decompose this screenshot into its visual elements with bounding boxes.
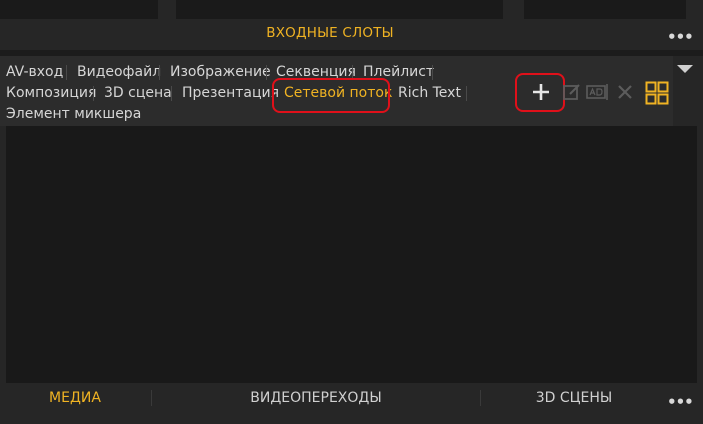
rename-icon	[586, 84, 608, 100]
tab-separator	[266, 65, 267, 80]
tab-separator	[466, 86, 467, 101]
tab-separator	[93, 86, 94, 101]
tab-rich-text[interactable]: Rich Text	[392, 83, 467, 103]
rename-button[interactable]	[586, 82, 610, 102]
add-button-highlight	[515, 73, 565, 112]
tab-video-file[interactable]: Видеофайл	[71, 62, 167, 82]
collapse-arrow-icon[interactable]	[677, 65, 693, 73]
input-slots-strip	[0, 0, 703, 22]
tab-3d-scenes[interactable]: 3D СЦЕНЫ	[481, 390, 667, 406]
tab-3d-scene[interactable]: 3D сцена	[98, 83, 178, 103]
input-slots-title: ВХОДНЫЕ СЛОТЫ	[266, 25, 394, 41]
input-slot[interactable]	[176, 0, 503, 19]
network-stream-highlight	[272, 78, 390, 113]
tab-composition[interactable]: Композиция	[0, 83, 102, 103]
input-slot[interactable]	[524, 0, 686, 19]
tab-presentation[interactable]: Презентация	[176, 83, 285, 103]
grid-view-icon	[645, 81, 669, 105]
tab-media[interactable]: МЕДИА	[0, 390, 150, 406]
edit-button[interactable]	[562, 82, 582, 102]
tab-separator	[171, 86, 172, 101]
tab-separator	[66, 65, 67, 80]
media-content-area[interactable]	[6, 126, 697, 383]
input-slot[interactable]	[0, 0, 158, 19]
edit-icon	[563, 84, 580, 100]
delete-button[interactable]	[616, 83, 634, 101]
tab-mixer-element[interactable]: Элемент микшера	[0, 104, 147, 124]
close-icon	[618, 85, 632, 99]
tab-separator	[432, 65, 433, 80]
slots-more-button[interactable]: •••	[667, 28, 694, 46]
tab-image[interactable]: Изображение	[164, 62, 277, 82]
tab-av-input[interactable]: AV-вход	[0, 62, 69, 82]
tab-video-transitions[interactable]: ВИДЕОПЕРЕХОДЫ	[152, 390, 480, 406]
tab-separator	[159, 65, 160, 80]
bottom-more-button[interactable]: •••	[667, 393, 694, 411]
grid-view-button[interactable]	[645, 81, 669, 105]
